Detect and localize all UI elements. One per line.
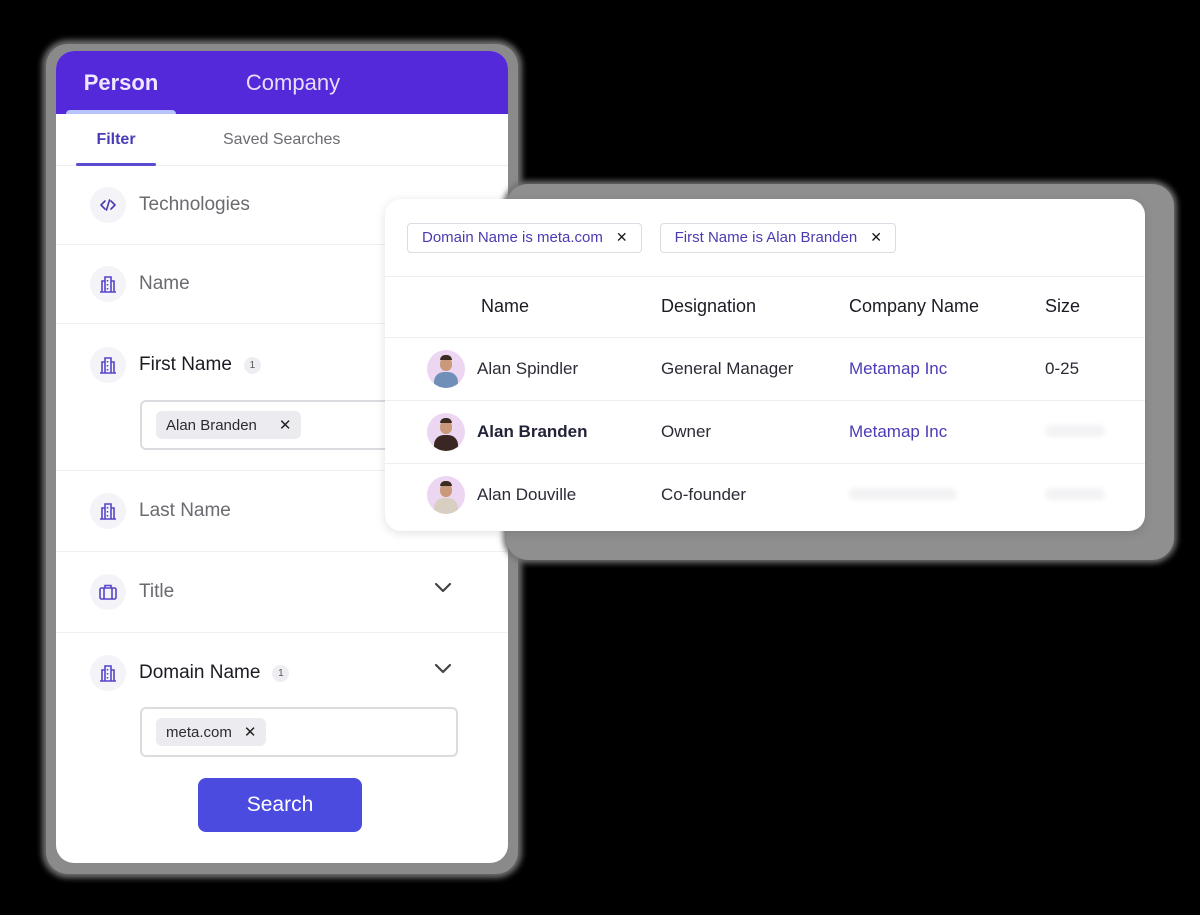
briefcase-icon <box>90 574 126 610</box>
designation: General Manager <box>661 337 849 401</box>
table-row[interactable]: Alan Branden Owner Metamap Inc <box>385 400 1145 464</box>
column-header-company[interactable]: Company Name <box>849 277 1045 338</box>
building-icon <box>90 493 126 529</box>
tab-person[interactable]: Person <box>66 51 176 114</box>
filter-label: Title <box>139 581 175 602</box>
designation: Owner <box>661 400 849 464</box>
company-size: 0-25 <box>1045 337 1145 401</box>
results-table: Name Designation Company Name Size Alan … <box>385 277 1145 526</box>
chip-label: meta.com <box>166 723 232 741</box>
remove-filter-icon[interactable]: ✕ <box>616 229 628 246</box>
chevron-down-icon[interactable] <box>434 661 452 679</box>
blurred-size <box>1045 424 1105 437</box>
filter-label: Last Name <box>139 500 231 521</box>
pill-label: Domain Name is meta.com <box>422 229 603 246</box>
blurred-size <box>1045 487 1105 500</box>
column-header-name[interactable]: Name <box>385 277 661 338</box>
filter-chip: meta.com ✕ <box>156 718 267 746</box>
building-icon <box>90 655 126 691</box>
domain-name-input[interactable]: meta.com ✕ <box>140 707 458 757</box>
column-header-size[interactable]: Size <box>1045 277 1145 338</box>
person-name[interactable]: Alan Douville <box>477 485 576 505</box>
filter-label: Name <box>139 273 190 294</box>
filter-title[interactable]: Title <box>56 552 508 633</box>
building-icon <box>90 347 126 383</box>
designation: Co-founder <box>661 484 747 504</box>
table-row[interactable]: Alan Douville Co-founder <box>385 463 1145 526</box>
building-icon <box>90 266 126 302</box>
search-button[interactable]: Search <box>198 778 362 832</box>
chevron-down-icon[interactable] <box>434 580 452 598</box>
table-header: Name Designation Company Name Size <box>385 277 1145 338</box>
company-link[interactable]: Metamap Inc <box>849 359 947 378</box>
results-card: Domain Name is meta.com ✕ First Name is … <box>385 199 1145 531</box>
remove-chip-icon[interactable]: ✕ <box>279 416 292 434</box>
blurred-company <box>849 487 957 500</box>
remove-filter-icon[interactable]: ✕ <box>870 229 882 246</box>
tab-saved-searches[interactable]: Saved Searches <box>223 114 340 165</box>
filter-domain-name[interactable]: Domain Name 1 meta.com ✕ <box>56 633 508 757</box>
code-icon <box>90 187 126 223</box>
filter-sub-tabs: Filter Saved Searches <box>56 114 508 166</box>
pill-label: First Name is Alan Branden <box>674 229 858 246</box>
remove-chip-icon[interactable]: ✕ <box>244 723 257 741</box>
person-name[interactable]: Alan Spindler <box>477 359 578 379</box>
filter-label: Domain Name <box>139 662 261 683</box>
avatar <box>427 412 465 451</box>
table-row[interactable]: Alan Spindler General Manager Metamap In… <box>385 337 1145 401</box>
tab-filter[interactable]: Filter <box>76 114 156 166</box>
applied-filters: Domain Name is meta.com ✕ First Name is … <box>385 199 1145 277</box>
avatar <box>427 475 465 514</box>
chip-label: Alan Branden <box>166 416 257 434</box>
filter-chip: Alan Branden ✕ <box>156 411 302 439</box>
person-name[interactable]: Alan Branden <box>477 422 588 442</box>
filter-label: First Name <box>139 354 232 375</box>
entity-tabs: Person Company <box>56 51 508 114</box>
filter-label: Technologies <box>139 194 250 215</box>
filter-count-badge: 1 <box>272 664 290 682</box>
applied-filter-pill: Domain Name is meta.com ✕ <box>407 222 642 253</box>
avatar <box>427 349 465 388</box>
filter-count-badge: 1 <box>243 356 261 374</box>
applied-filter-pill: First Name is Alan Branden ✕ <box>659 222 896 253</box>
column-header-designation[interactable]: Designation <box>661 277 849 338</box>
tab-company[interactable]: Company <box>188 51 398 114</box>
company-link[interactable]: Metamap Inc <box>849 422 947 441</box>
